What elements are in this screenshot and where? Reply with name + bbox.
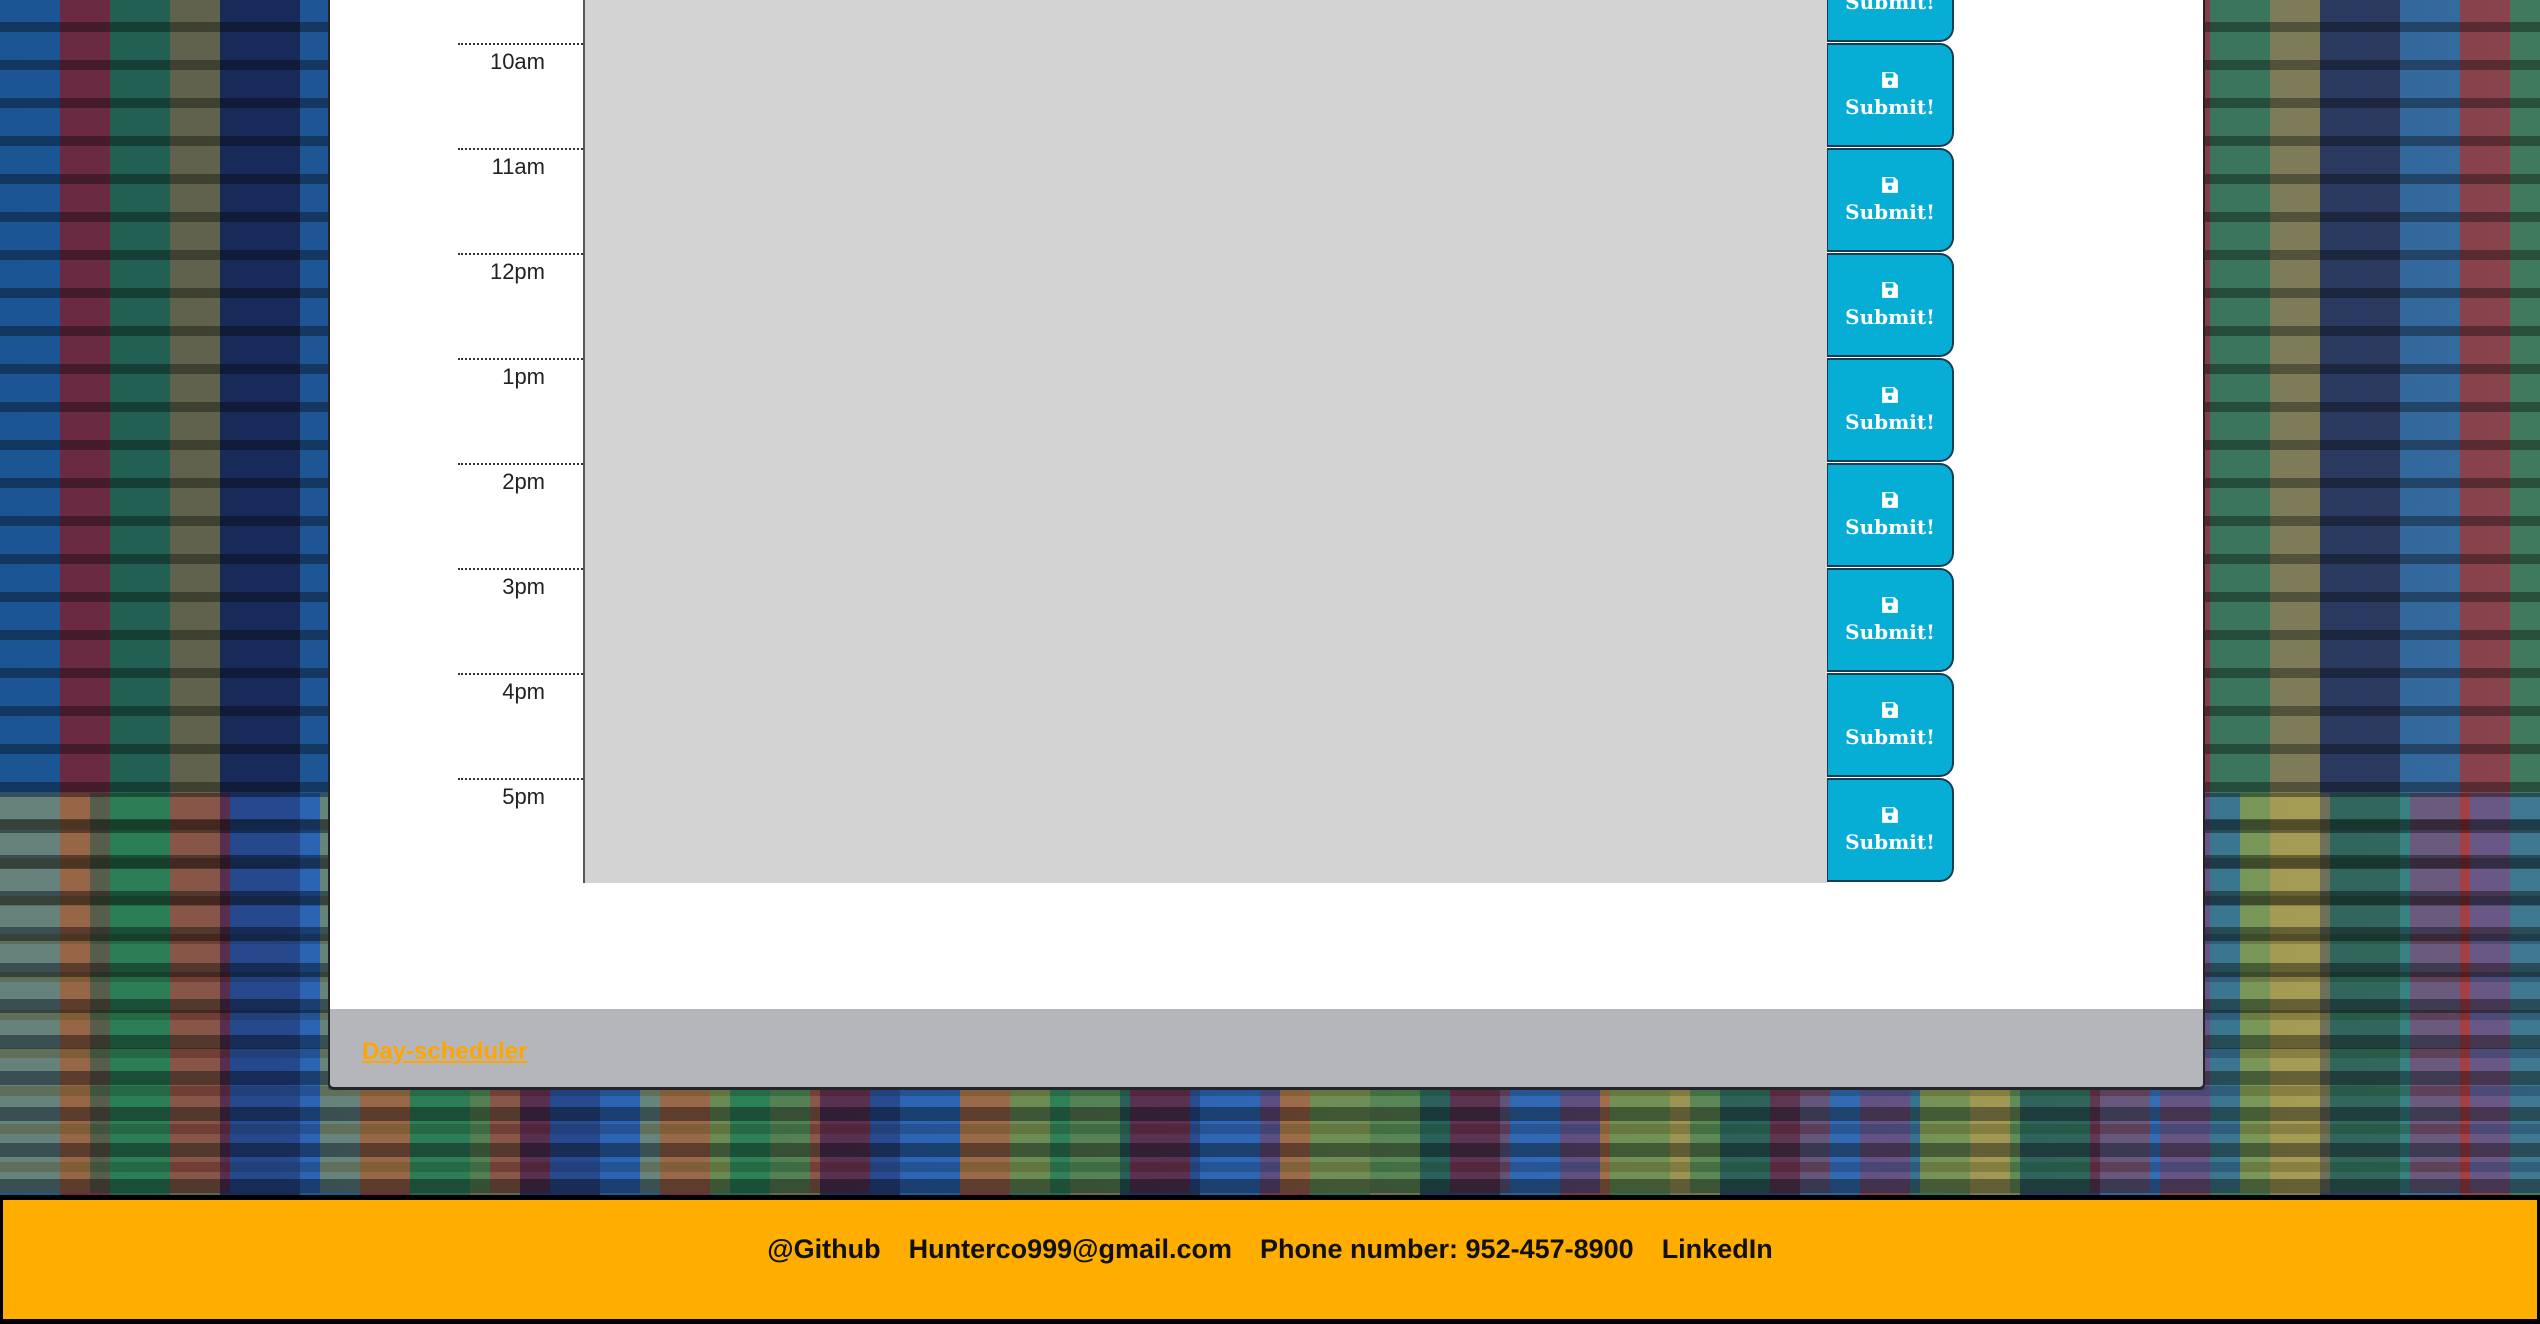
save-button[interactable]: Submit!	[1827, 778, 1954, 882]
save-button[interactable]: Submit!	[1827, 148, 1954, 252]
save-button-label: Submit!	[1845, 95, 1935, 119]
save-button[interactable]: Submit!	[1827, 568, 1954, 672]
floppy-disk-icon	[1882, 72, 1898, 88]
event-description-textarea[interactable]	[583, 673, 1827, 778]
save-button[interactable]: Submit!	[1827, 673, 1954, 777]
hour-label: 9am	[458, 0, 583, 43]
time-block: 4pm Submit!	[458, 673, 1954, 778]
floppy-disk-icon	[1882, 492, 1898, 508]
save-button[interactable]: Submit!	[1827, 0, 1954, 42]
save-button-label: Submit!	[1845, 200, 1935, 224]
time-block: 2pm Submit!	[458, 463, 1954, 568]
timeblock-list: 9am Submit! 10am Submit! 11am Submit!	[458, 0, 1954, 883]
scheduler-container: 9am Submit! 10am Submit! 11am Submit!	[328, 0, 2205, 1090]
save-button-label: Submit!	[1845, 725, 1935, 749]
save-button[interactable]: Submit!	[1827, 253, 1954, 357]
time-block: 5pm Submit!	[458, 778, 1954, 883]
email-link[interactable]: Hunterco999@gmail.com	[909, 1234, 1232, 1265]
event-description-textarea[interactable]	[583, 43, 1827, 148]
save-button-label: Submit!	[1845, 305, 1935, 329]
event-description-textarea[interactable]	[583, 358, 1827, 463]
time-block: 9am Submit!	[458, 0, 1954, 43]
event-description-textarea[interactable]	[583, 0, 1827, 43]
linkedin-link[interactable]: LinkedIn	[1662, 1234, 1773, 1265]
floppy-disk-icon	[1882, 807, 1898, 823]
save-button[interactable]: Submit!	[1827, 358, 1954, 462]
project-bar	[328, 1009, 2205, 1090]
hour-label: 5pm	[458, 778, 583, 883]
hour-label: 2pm	[458, 463, 583, 568]
time-block: 10am Submit!	[458, 43, 1954, 148]
footer: @Github Hunterco999@gmail.com Phone numb…	[0, 1195, 2540, 1324]
hour-label: 4pm	[458, 673, 583, 778]
time-block: 3pm Submit!	[458, 568, 1954, 673]
save-button-label: Submit!	[1845, 410, 1935, 434]
time-block: 11am Submit!	[458, 148, 1954, 253]
event-description-textarea[interactable]	[583, 253, 1827, 358]
event-description-textarea[interactable]	[583, 568, 1827, 673]
save-button-label: Submit!	[1845, 0, 1935, 14]
save-button[interactable]: Submit!	[1827, 43, 1954, 147]
event-description-textarea[interactable]	[583, 463, 1827, 568]
floppy-disk-icon	[1882, 702, 1898, 718]
event-description-textarea[interactable]	[583, 148, 1827, 253]
time-block: 1pm Submit!	[458, 358, 1954, 463]
floppy-disk-icon	[1882, 597, 1898, 613]
floppy-disk-icon	[1882, 387, 1898, 403]
save-button[interactable]: Submit!	[1827, 463, 1954, 567]
hour-label: 12pm	[458, 253, 583, 358]
event-description-textarea[interactable]	[583, 778, 1827, 883]
floppy-disk-icon	[1882, 177, 1898, 193]
project-link[interactable]: Day-scheduler	[362, 1038, 527, 1066]
github-link[interactable]: @Github	[767, 1234, 880, 1265]
time-block: 12pm Submit!	[458, 253, 1954, 358]
save-button-label: Submit!	[1845, 515, 1935, 539]
save-button-label: Submit!	[1845, 830, 1935, 854]
hour-label: 11am	[458, 148, 583, 253]
hour-label: 3pm	[458, 568, 583, 673]
phone-number[interactable]: Phone number: 952-457-8900	[1260, 1234, 1634, 1265]
floppy-disk-icon	[1882, 282, 1898, 298]
hour-label: 10am	[458, 43, 583, 148]
hour-label: 1pm	[458, 358, 583, 463]
save-button-label: Submit!	[1845, 620, 1935, 644]
